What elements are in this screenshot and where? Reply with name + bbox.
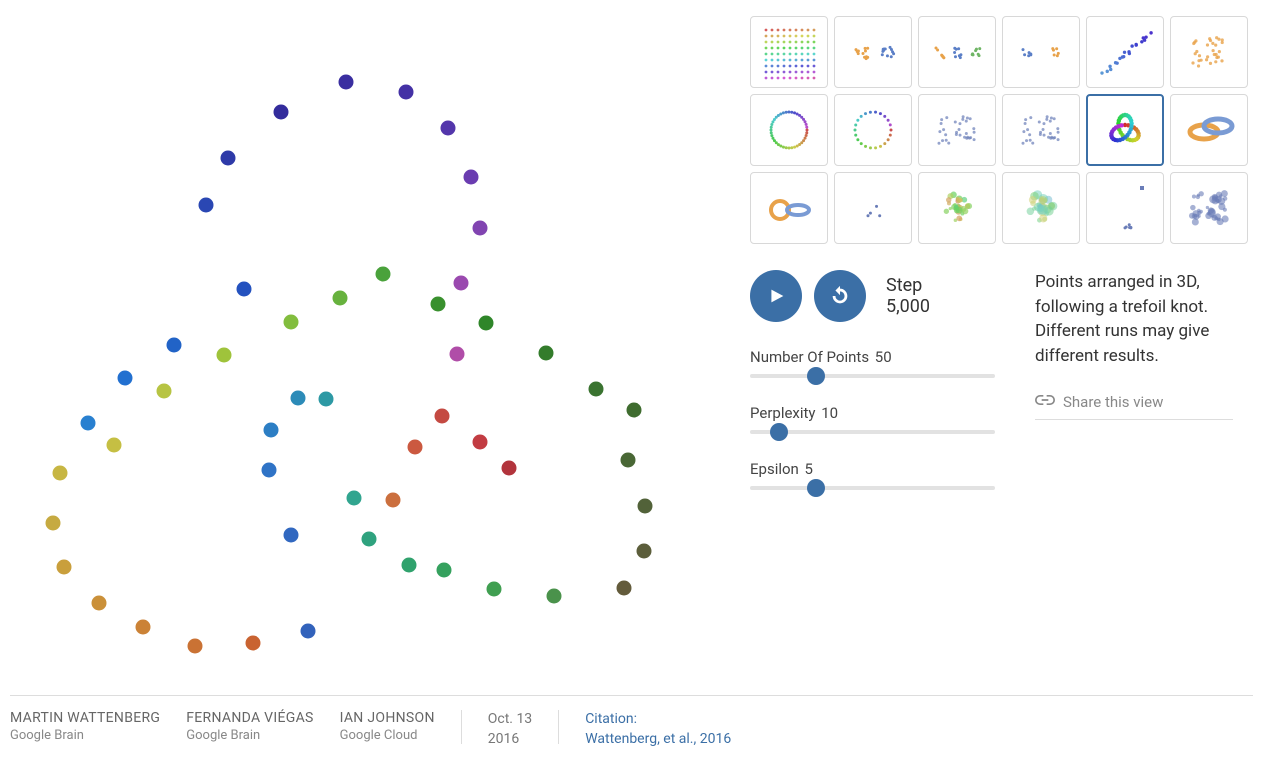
- thumbnail-dense-blob[interactable]: [1170, 172, 1248, 244]
- main-scatter-plot: [10, 10, 710, 690]
- step-label: Step: [886, 275, 930, 296]
- share-view-label: Share this view: [1063, 393, 1163, 411]
- author: MARTIN WATTENBERGGoogle Brain: [10, 710, 160, 743]
- slider-label-0: Number Of Points 50: [750, 348, 995, 366]
- play-button[interactable]: [750, 270, 802, 322]
- example-description: Points arranged in 3D, following a trefo…: [1035, 270, 1233, 369]
- slider-1[interactable]: [750, 430, 995, 434]
- thumbnail-trefoil[interactable]: [1086, 94, 1164, 166]
- author: FERNANDA VIÉGASGoogle Brain: [186, 710, 313, 743]
- thumbnail-two-clusters[interactable]: [834, 16, 912, 88]
- thumbnail-rose[interactable]: [918, 172, 996, 244]
- step-value: 5,000: [886, 296, 930, 317]
- thumbnail-grid[interactable]: [750, 16, 828, 88]
- thumbnail-blob[interactable]: [1170, 16, 1248, 88]
- restart-button[interactable]: [814, 270, 866, 322]
- thumbnail-gaussian-b[interactable]: [1002, 94, 1080, 166]
- thumbnail-tiny[interactable]: [834, 172, 912, 244]
- thumbnail-gaussian-a[interactable]: [918, 94, 996, 166]
- citation-label: Citation:: [585, 710, 731, 730]
- thumbnail-torus[interactable]: [1170, 94, 1248, 166]
- slider-0[interactable]: [750, 374, 995, 378]
- thumbnail-overlap[interactable]: [1002, 172, 1080, 244]
- slider-2[interactable]: [750, 486, 995, 490]
- thumbnail-linear[interactable]: [1086, 16, 1164, 88]
- citation-link[interactable]: Wattenberg, et al., 2016: [585, 731, 731, 747]
- author: IAN JOHNSONGoogle Cloud: [340, 710, 435, 743]
- thumbnail-circle-dense[interactable]: [750, 94, 828, 166]
- thumbnail-sparse-clusters[interactable]: [1002, 16, 1080, 88]
- slider-label-2: Epsilon 5: [750, 460, 995, 478]
- thumbnail-link[interactable]: [750, 172, 828, 244]
- thumbnail-three-clusters[interactable]: [918, 16, 996, 88]
- example-thumbnail-grid: [750, 16, 1253, 244]
- thumbnail-circle-sparse[interactable]: [834, 94, 912, 166]
- publish-date: Oct. 13 2016: [488, 710, 532, 749]
- link-icon: [1035, 393, 1055, 411]
- slider-label-1: Perplexity 10: [750, 404, 995, 422]
- thumbnail-diag[interactable]: [1086, 172, 1164, 244]
- footer-credits: MARTIN WATTENBERGGoogle Brain FERNANDA VI…: [10, 695, 1253, 749]
- share-view-link[interactable]: Share this view: [1035, 393, 1233, 420]
